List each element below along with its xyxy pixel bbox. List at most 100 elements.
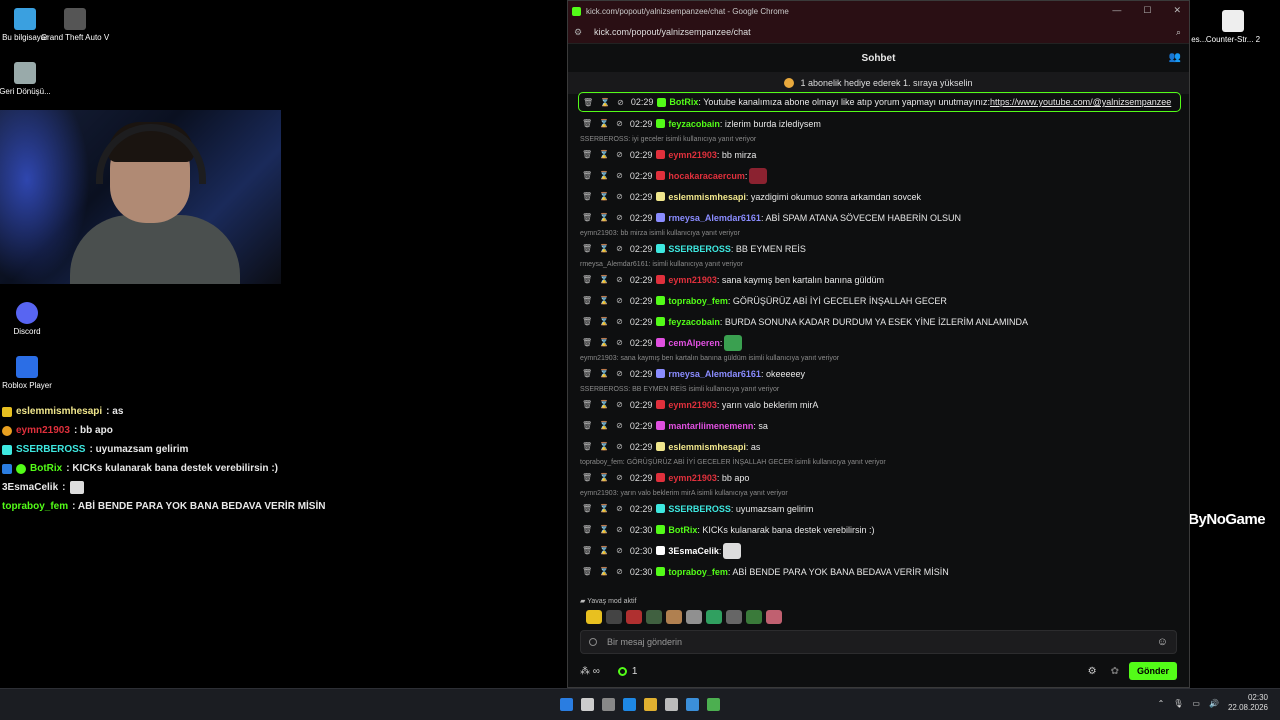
message-username[interactable]: SSERBEROSS <box>668 244 731 254</box>
timeout-icon[interactable]: ⌛ <box>599 442 609 451</box>
chat-messages[interactable]: 🗑 ⌛ ⊘ 02:29 BotRix: Youtube kanalımıza abone… <box>578 89 1181 597</box>
timeout-icon[interactable]: ⌛ <box>599 119 609 128</box>
users-icon[interactable]: 👥 <box>1169 52 1181 63</box>
taskbar-app-icon[interactable] <box>665 698 678 711</box>
message-username[interactable]: eymn21903 <box>668 473 717 483</box>
chat-message[interactable]: 🗑 ⌛ ⊘ 02:29 topraboy_fem: GÖRÜŞÜRÜZ ABİ İYİ … <box>578 290 1181 311</box>
delete-icon[interactable]: 🗑 <box>582 546 592 555</box>
message-username[interactable]: eymn21903 <box>668 400 717 410</box>
delete-icon[interactable]: 🗑 <box>582 442 592 451</box>
desktop-icon-roblox-player[interactable]: Roblox Player <box>0 356 62 390</box>
timeout-icon[interactable]: ⌛ <box>599 171 609 180</box>
close-button[interactable]: ✕ <box>1173 5 1181 16</box>
message-username[interactable]: eymn21903 <box>668 150 717 160</box>
chat-message[interactable]: 🗑 ⌛ ⊘ 02:29 eymn21903: bb apo <box>578 467 1181 488</box>
ban-icon[interactable]: ⊘ <box>616 473 623 482</box>
gift-icon-footer[interactable]: ✿ <box>1111 666 1119 677</box>
network-icon[interactable]: ▭ <box>1192 699 1200 708</box>
maximize-button[interactable]: ☐ <box>1143 5 1151 16</box>
delete-icon[interactable]: 🗑 <box>582 338 592 347</box>
taskbar-app-icon[interactable] <box>623 698 636 711</box>
timeout-icon[interactable]: ⌛ <box>599 296 609 305</box>
timeout-icon[interactable]: ⌛ <box>599 504 609 513</box>
ban-icon[interactable]: ⊘ <box>616 421 623 430</box>
ban-icon[interactable]: ⊘ <box>616 504 623 513</box>
ban-icon[interactable]: ⊘ <box>616 244 623 253</box>
message-username[interactable]: mantarliimenemenn <box>668 421 753 431</box>
delete-icon[interactable]: 🗑 <box>582 473 592 482</box>
infinity-points[interactable]: ⁂ ∞ <box>580 666 600 677</box>
message-username[interactable]: BotRix <box>669 97 698 107</box>
emote-icon[interactable] <box>666 610 682 624</box>
ban-icon[interactable]: ⊘ <box>616 150 623 159</box>
ban-icon[interactable]: ⊘ <box>616 317 623 326</box>
delete-icon[interactable]: 🗑 <box>582 400 592 409</box>
timeout-icon[interactable]: ⌛ <box>599 338 609 347</box>
chat-message[interactable]: 🗑 ⌛ ⊘ 02:30 3EsmaCelik: <box>578 540 1181 561</box>
ban-icon[interactable]: ⊘ <box>616 338 623 347</box>
search-icon[interactable]: ⌕ <box>1176 27 1181 38</box>
message-username[interactable]: topraboy_fem <box>668 296 728 306</box>
minimize-button[interactable]: — <box>1112 5 1121 16</box>
chevron-up-icon[interactable]: ⌃ <box>1158 699 1165 708</box>
timeout-icon[interactable]: ⌛ <box>599 213 609 222</box>
chat-message[interactable]: 🗑 ⌛ ⊘ 02:29 rmeysa_Alemdar6161: ABİ SPAM ATA… <box>578 207 1181 228</box>
desktop-icon-gta-v[interactable]: Grand Theft Auto V <box>40 8 110 42</box>
ban-icon[interactable]: ⊘ <box>616 275 623 284</box>
chat-message[interactable]: 🗑 ⌛ ⊘ 02:29 eymn21903: yarın valo beklerim m… <box>578 394 1181 415</box>
taskbar-app-icon[interactable] <box>644 698 657 711</box>
desktop-icon-counter-strike[interactable]: Counter-Str... 2 <box>1198 10 1268 44</box>
message-link[interactable]: https://www.youtube.com/@yalnizsempanzee <box>990 97 1171 107</box>
timeout-icon[interactable]: ⌛ <box>599 369 609 378</box>
chat-message[interactable]: 🗑 ⌛ ⊘ 02:29 eslemmismhesapi: as <box>578 436 1181 457</box>
message-username[interactable]: topraboy_fem <box>668 567 728 577</box>
delete-icon[interactable]: 🗑 <box>582 119 592 128</box>
ban-icon[interactable]: ⊘ <box>616 400 623 409</box>
address-bar[interactable]: ⚙ kick.com/popout/yalnizsempanzee/chat ⌕ <box>568 21 1189 44</box>
delete-icon[interactable]: 🗑 <box>582 244 592 253</box>
ban-icon[interactable]: ⊘ <box>616 525 623 534</box>
timeout-icon[interactable]: ⌛ <box>599 150 609 159</box>
emoji-icon[interactable]: ☺ <box>1157 636 1168 648</box>
chat-message[interactable]: 🗑 ⌛ ⊘ 02:29 feyzacobain: izlerim burda izled… <box>578 113 1181 134</box>
taskbar-app-icon[interactable] <box>707 698 720 711</box>
message-username[interactable]: eymn21903 <box>668 275 717 285</box>
emote-icon[interactable] <box>766 610 782 624</box>
timeout-icon[interactable]: ⌛ <box>600 98 610 107</box>
ban-icon[interactable]: ⊘ <box>616 442 623 451</box>
message-username[interactable]: 3EsmaCelik <box>668 546 719 556</box>
site-settings-icon[interactable]: ⚙ <box>574 27 584 38</box>
timeout-icon[interactable]: ⌛ <box>599 317 609 326</box>
chat-message[interactable]: 🗑 ⌛ ⊘ 02:29 eslemmismhesapi: yazdigimi okumu… <box>578 186 1181 207</box>
taskbar-app-icon[interactable] <box>602 698 615 711</box>
ban-icon[interactable]: ⊘ <box>616 567 623 576</box>
chat-message[interactable]: 🗑 ⌛ ⊘ 02:30 BotRix: KICKs kulanarak bana des… <box>578 519 1181 540</box>
message-username[interactable]: SSERBEROSS <box>668 504 731 514</box>
desktop-icon-discord[interactable]: Discord <box>0 302 62 336</box>
clock[interactable]: 02:30 22.08.2026 <box>1228 693 1268 713</box>
timeout-icon[interactable]: ⌛ <box>599 421 609 430</box>
taskbar-app-icon[interactable] <box>686 698 699 711</box>
taskbar-app-icon[interactable] <box>581 698 594 711</box>
emote-icon[interactable] <box>706 610 722 624</box>
message-username[interactable]: eslemmismhesapi <box>668 192 746 202</box>
chat-message[interactable]: 🗑 ⌛ ⊘ 02:29 eymn21903: bb mirza <box>578 144 1181 165</box>
chat-message[interactable]: 🗑 ⌛ ⊘ 02:30 topraboy_fem: ABİ BENDE PARA YOK… <box>578 561 1181 582</box>
emote-icon[interactable] <box>646 610 662 624</box>
delete-icon[interactable]: 🗑 <box>582 296 592 305</box>
timeout-icon[interactable]: ⌛ <box>599 275 609 284</box>
message-username[interactable]: rmeysa_Alemdar6161 <box>668 369 761 379</box>
message-username[interactable]: cemAlperen <box>668 338 720 348</box>
delete-icon[interactable]: 🗑 <box>582 213 592 222</box>
ban-icon[interactable]: ⊘ <box>616 369 623 378</box>
message-username[interactable]: hocakaracaercum <box>668 171 745 181</box>
chat-input[interactable]: Bir mesaj gönderin ☺ <box>580 630 1177 654</box>
ban-icon[interactable]: ⊘ <box>616 192 623 201</box>
message-username[interactable]: BotRix <box>668 525 697 535</box>
chat-message[interactable]: 🗑 ⌛ ⊘ 02:29 SSERBEROSS: BB EYMEN REİS <box>578 238 1181 259</box>
delete-icon[interactable]: 🗑 <box>582 171 592 180</box>
ban-icon[interactable]: ⊘ <box>616 119 623 128</box>
volume-icon[interactable]: 🔊 <box>1209 699 1219 708</box>
delete-icon[interactable]: 🗑 <box>582 369 592 378</box>
timeout-icon[interactable]: ⌛ <box>599 567 609 576</box>
